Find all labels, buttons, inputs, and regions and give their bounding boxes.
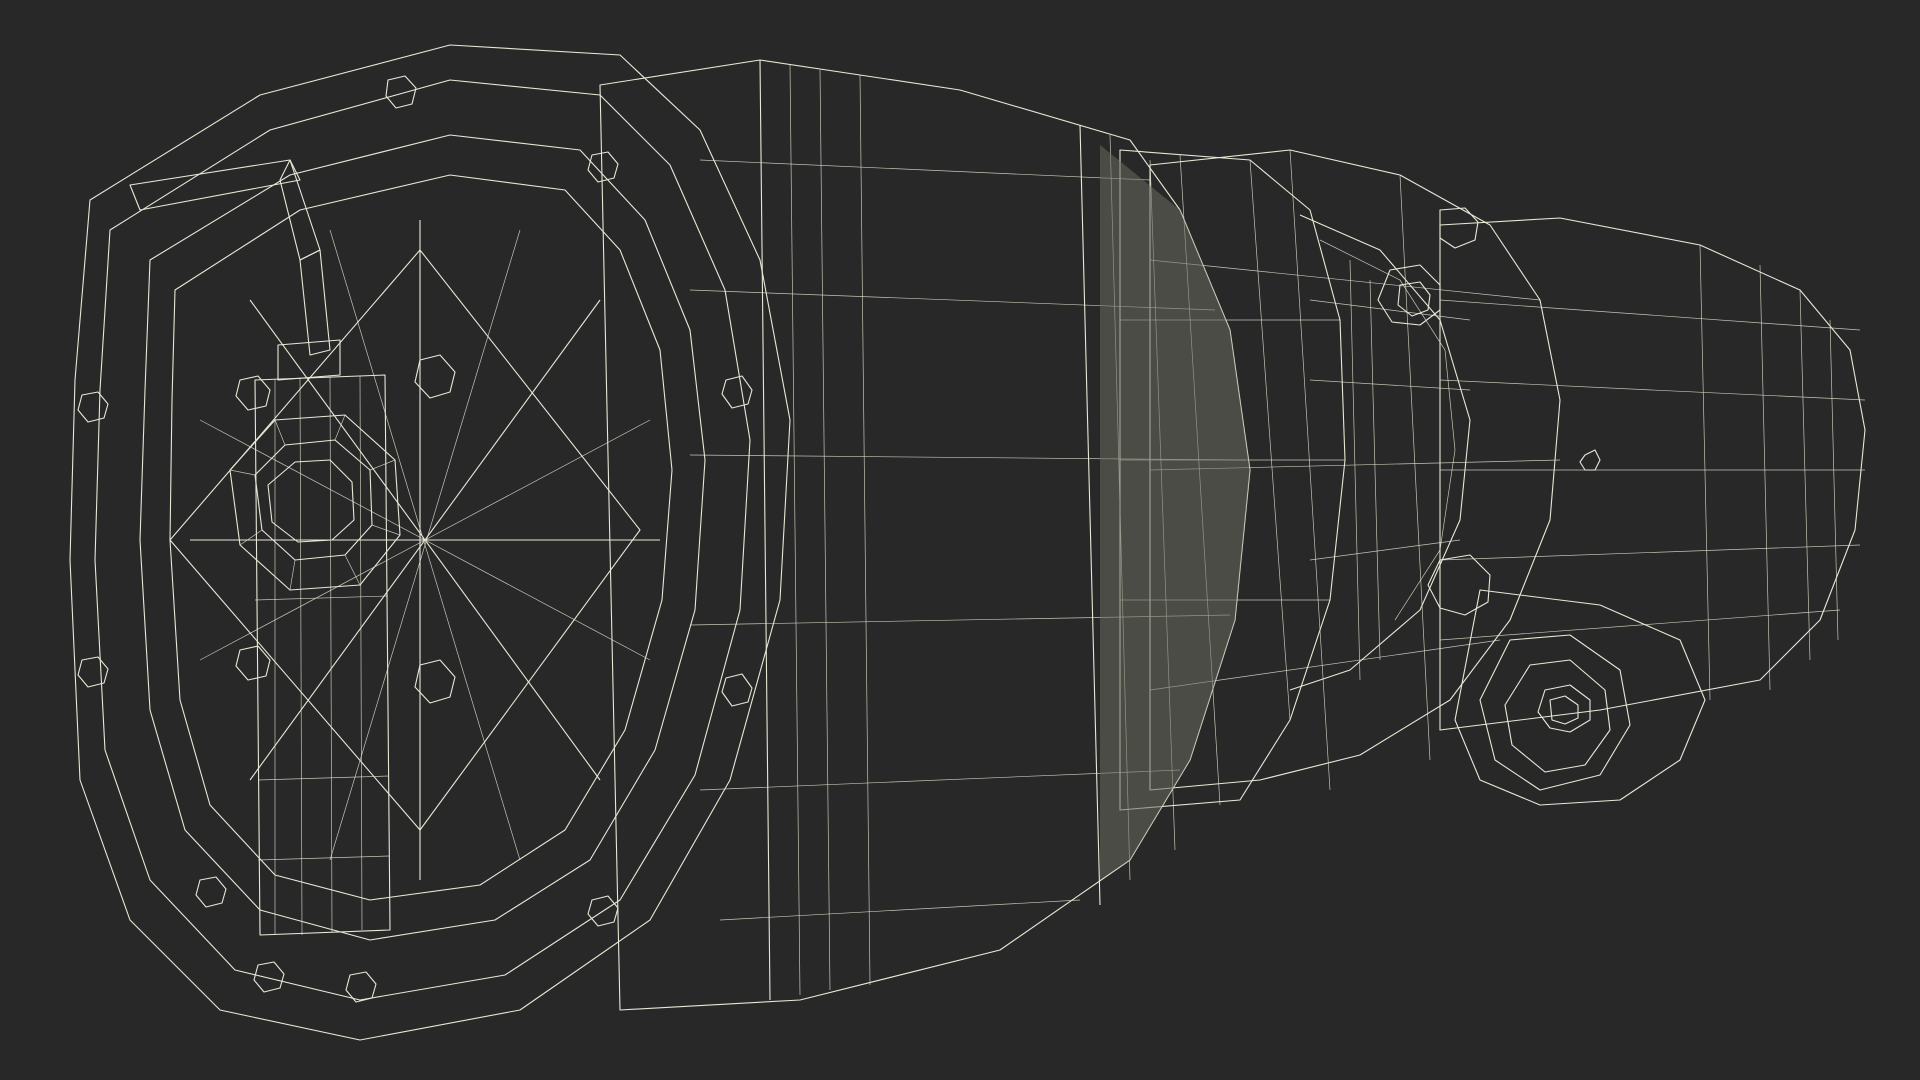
terminal-box (254, 339, 391, 936)
motor-housing (599, 59, 1251, 1011)
cap-spokes (169, 220, 660, 880)
rim-bolts (77, 75, 753, 1003)
center-hex-nut (229, 414, 401, 591)
wireframe-motor-model (69, 44, 1866, 1041)
cap-handle (129, 159, 331, 356)
front-end-cap (69, 44, 791, 1041)
render-viewport (0, 0, 1920, 1080)
